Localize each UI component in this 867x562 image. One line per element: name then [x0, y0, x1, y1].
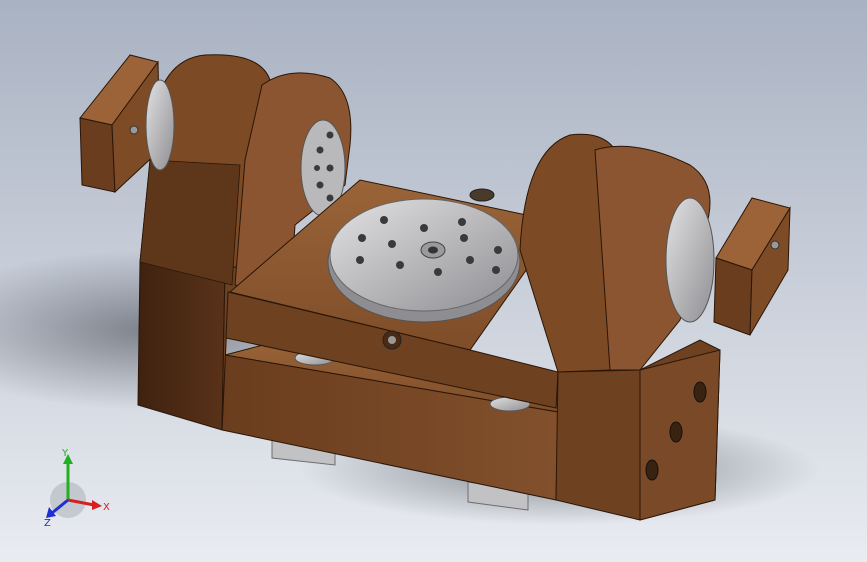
right-clamp-screw — [770, 240, 780, 250]
cad-graphics-viewport[interactable]: Y X Z — [0, 0, 867, 562]
left-shaft — [145, 79, 175, 171]
rotary-fixture-model[interactable] — [0, 0, 867, 562]
faceplate-center-hole — [428, 246, 438, 254]
x-axis-arrow — [92, 500, 102, 510]
right-clamp-front — [713, 257, 753, 336]
rear-knob — [469, 188, 495, 202]
x-axis-label: X — [103, 502, 110, 513]
left-clamp-screw — [129, 125, 139, 135]
axis-triad: Y X Z — [44, 448, 110, 528]
left-clamp-front — [79, 117, 116, 193]
y-axis-label: Y — [61, 448, 69, 459]
right-bearing — [665, 197, 715, 323]
left-tower-side — [137, 261, 226, 431]
z-axis-label: Z — [44, 518, 51, 528]
table-front-screw-core — [388, 336, 396, 344]
